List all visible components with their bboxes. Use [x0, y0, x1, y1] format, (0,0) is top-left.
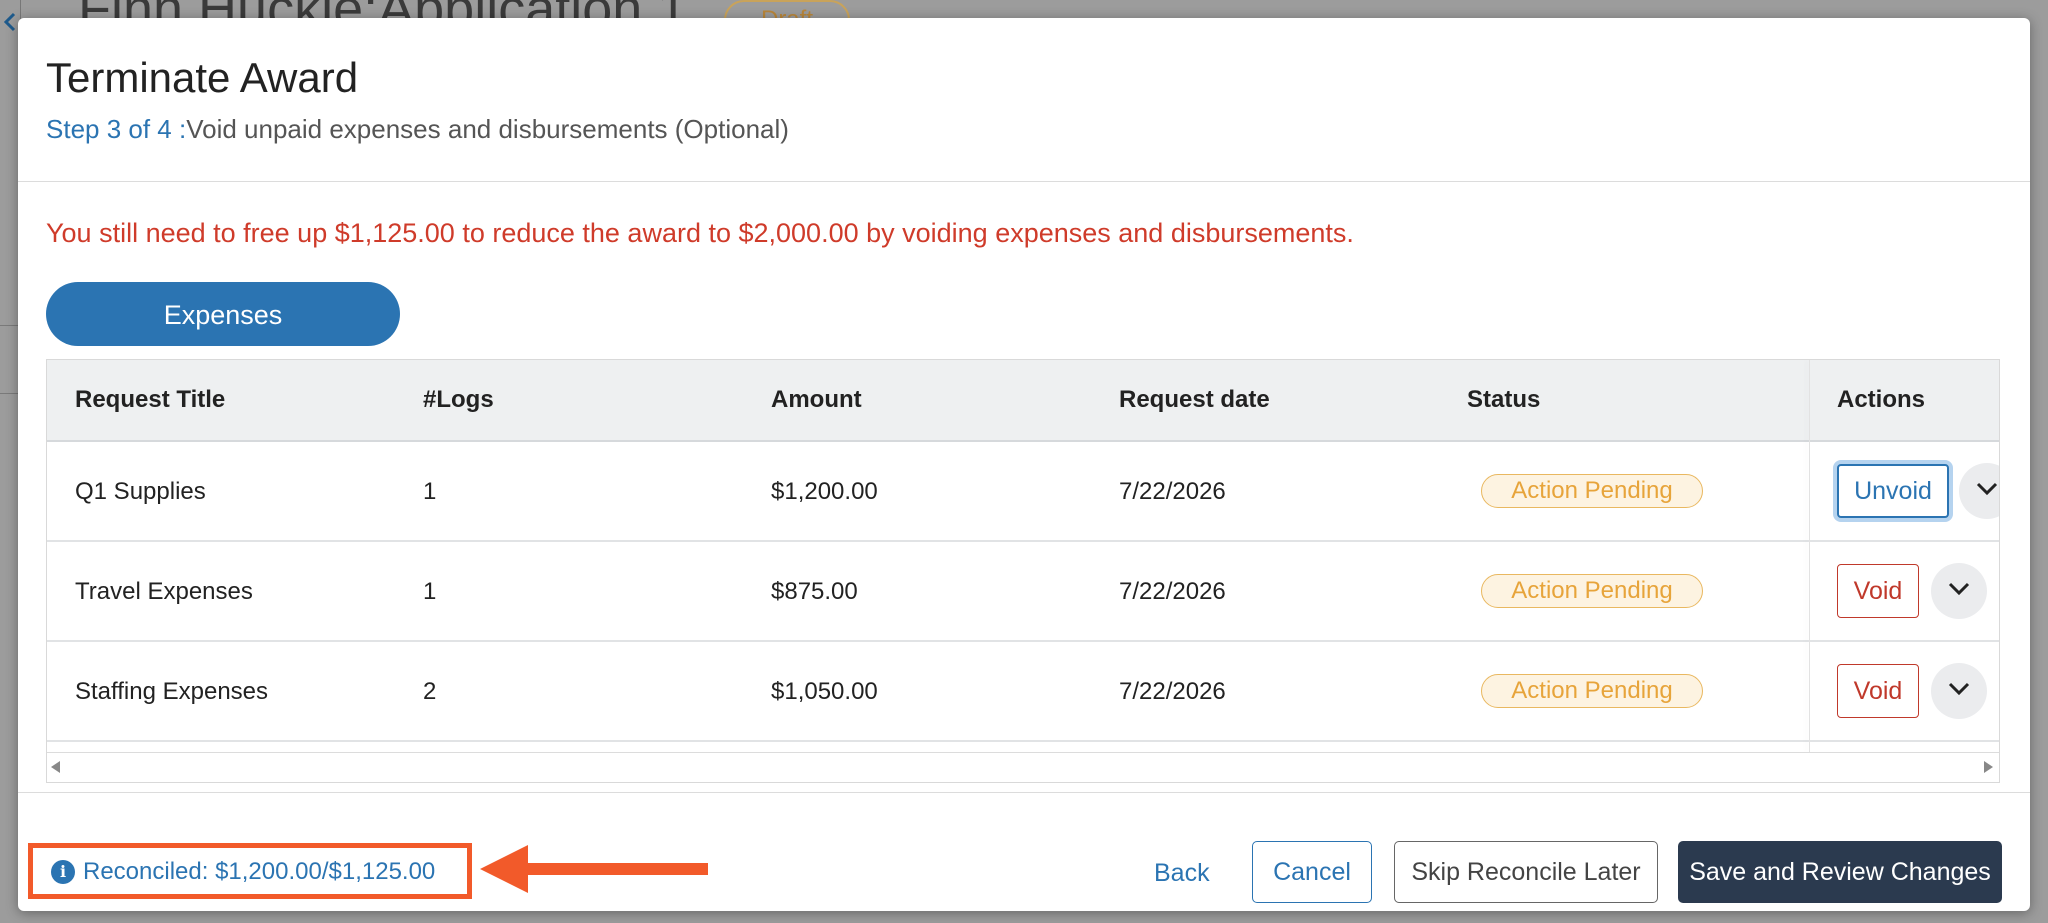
arrow-left-icon — [3, 12, 16, 32]
reconciled-text: Reconciled: $1,200.00/$1,125.00 — [83, 858, 436, 885]
cell-request-date: 7/22/2026 — [1119, 678, 1226, 705]
expand-row-button[interactable] — [1959, 463, 1999, 519]
table-row: Staffing Expenses 2 $1,050.00 7/22/2026 … — [47, 642, 1999, 742]
column-header-request-title: Request Title — [75, 386, 226, 413]
table-header: Request Title #Logs Amount Request date … — [47, 360, 1999, 442]
chevron-down-icon — [1948, 582, 1970, 596]
tab-expenses[interactable]: Expenses — [46, 282, 400, 346]
status-badge: Action Pending — [1481, 574, 1703, 608]
column-header-logs: #Logs — [423, 386, 494, 413]
modal-footer: i Reconciled: $1,200.00/$1,125.00 Back Ca… — [18, 792, 2030, 912]
cell-request-date: 7/22/2026 — [1119, 478, 1226, 505]
status-badge: Action Pending — [1481, 474, 1703, 508]
cell-request-date: 7/22/2026 — [1119, 578, 1226, 605]
cell-amount: $1,050.00 — [771, 678, 878, 705]
background-divider — [0, 325, 18, 326]
reconciled-link[interactable]: i Reconciled: $1,200.00/$1,125.00 — [51, 860, 435, 884]
actions-column-divider — [1809, 360, 1810, 752]
cell-amount: $1,200.00 — [771, 478, 878, 505]
chevron-down-icon — [1976, 482, 1998, 496]
table-row: Q1 Supplies 1 $1,200.00 7/22/2026 Action… — [47, 442, 1999, 542]
save-and-review-changes-button[interactable]: Save and Review Changes — [1678, 841, 2002, 903]
step-indicator: Step 3 of 4 : — [46, 114, 187, 144]
cell-request-title: Travel Expenses — [75, 578, 253, 605]
void-button[interactable]: Void — [1837, 664, 1919, 718]
annotation-arrow-icon — [480, 845, 708, 893]
cell-request-title: Staffing Expenses — [75, 678, 269, 705]
column-header-request-date: Request date — [1119, 386, 1270, 413]
void-button[interactable]: Void — [1837, 564, 1919, 618]
column-header-status: Status — [1467, 386, 1541, 413]
step-description: Void unpaid expenses and disbursements (… — [186, 114, 789, 144]
free-up-warning: You still need to free up $1,125.00 to r… — [46, 218, 1354, 248]
table-row: Travel Expenses 1 $875.00 7/22/2026 Acti… — [47, 542, 1999, 642]
cell-request-title: Q1 Supplies — [75, 478, 206, 505]
column-header-amount: Amount — [771, 386, 862, 413]
unvoid-button[interactable]: Unvoid — [1837, 464, 1949, 518]
status-badge: Action Pending — [1481, 674, 1703, 708]
cell-logs: 1 — [423, 478, 437, 505]
modal-header: Terminate Award Step 3 of 4 :Void unpaid… — [18, 18, 2030, 182]
modal-step-subtitle: Step 3 of 4 :Void unpaid expenses and di… — [46, 114, 789, 145]
scroll-left-arrow-icon[interactable] — [51, 761, 60, 773]
reconciled-highlight-box: i Reconciled: $1,200.00/$1,125.00 — [28, 843, 472, 899]
back-button[interactable]: Back — [1146, 845, 1218, 901]
cell-logs: 2 — [423, 678, 437, 705]
cell-logs: 1 — [423, 578, 437, 605]
info-icon: i — [51, 860, 75, 884]
modal-title: Terminate Award — [46, 54, 359, 101]
expenses-table: Request Title #Logs Amount Request date … — [46, 359, 2000, 783]
expand-row-button[interactable] — [1931, 563, 1987, 619]
scroll-right-arrow-icon[interactable] — [1984, 761, 1993, 773]
cancel-button[interactable]: Cancel — [1252, 841, 1372, 903]
expand-row-button[interactable] — [1931, 663, 1987, 719]
terminate-award-modal: Terminate Award Step 3 of 4 :Void unpaid… — [18, 18, 2030, 911]
chevron-down-icon — [1948, 682, 1970, 696]
horizontal-scrollbar[interactable] — [47, 752, 1999, 782]
cell-amount: $875.00 — [771, 578, 858, 605]
background-divider — [0, 393, 18, 394]
column-header-actions: Actions — [1837, 386, 1926, 413]
skip-reconcile-later-button[interactable]: Skip Reconcile Later — [1394, 841, 1658, 903]
